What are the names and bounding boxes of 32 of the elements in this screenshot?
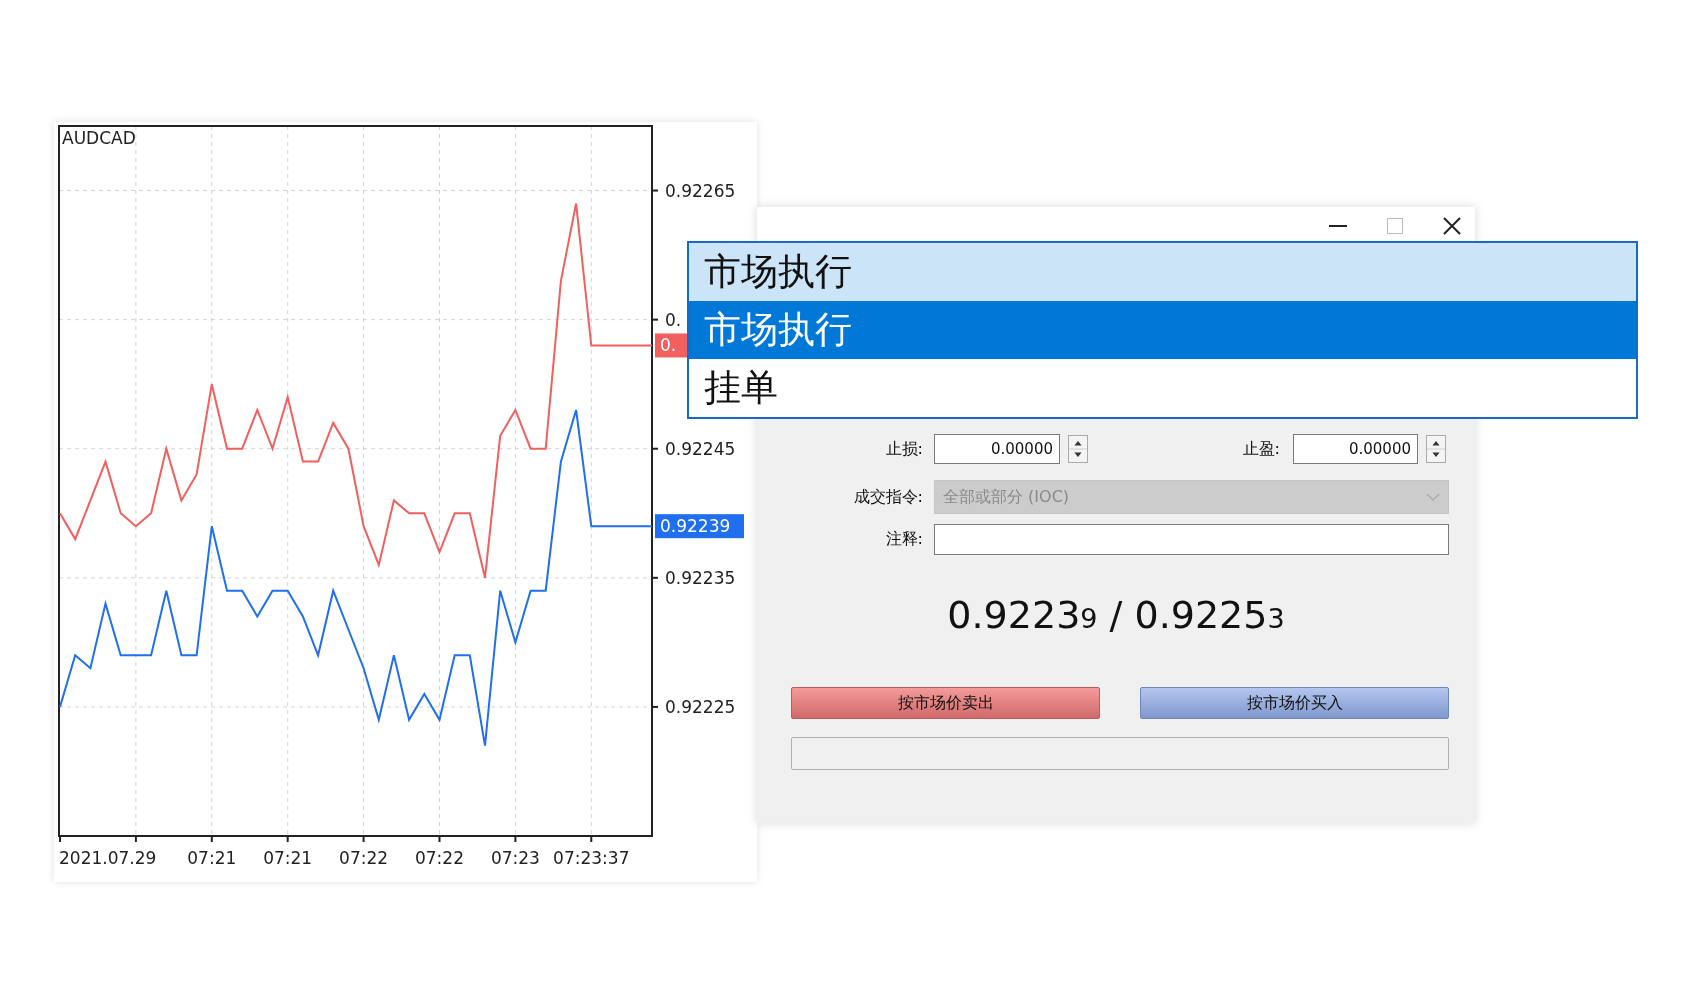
spinner-button[interactable] xyxy=(1426,435,1446,463)
price-tag-label: 0. xyxy=(660,335,677,356)
list-option[interactable]: 挂单 xyxy=(689,359,1636,417)
time-label: 07:21 xyxy=(187,848,237,868)
date-label: 2021.07.29 xyxy=(59,848,157,868)
price-axis-label: 0.92225 xyxy=(665,696,736,717)
sell-button[interactable]: 按市场价卖出 xyxy=(791,687,1100,719)
field-label: 止盈: xyxy=(1241,438,1280,460)
stop-loss-field[interactable]: 0.00000 xyxy=(934,434,1060,464)
price-axis-label: 0.92235 xyxy=(665,567,736,588)
take-profit-field[interactable]: 0.00000 xyxy=(1293,434,1418,464)
list-option[interactable]: 市场执行 xyxy=(689,243,1636,301)
symbol-label: AUDCAD xyxy=(62,128,136,148)
time-label: 07:22 xyxy=(339,848,389,868)
comment-field[interactable] xyxy=(934,524,1449,555)
field-label: 止损: xyxy=(884,438,923,460)
list-option[interactable]: 市场执行 xyxy=(689,301,1636,359)
price-tag-label: 0.92239 xyxy=(660,516,731,537)
buy-button[interactable]: 按市场价买入 xyxy=(1140,687,1449,719)
time-label: 07:22 xyxy=(415,848,464,868)
field-label: 注释: xyxy=(884,529,923,550)
bid-ask-quote: 0.92239 / 0.92253 xyxy=(947,593,1285,637)
price-axis-label: 0.92245 xyxy=(665,438,736,459)
time-label: 07:21 xyxy=(263,848,313,868)
price-axis-label: 0. xyxy=(665,309,682,330)
price-axis-label: 0.92265 xyxy=(665,180,736,201)
chevron-icon xyxy=(1426,493,1440,501)
time-label: 07:23 xyxy=(490,848,540,868)
time-label: 07:23:37 xyxy=(553,848,630,868)
spinner-button[interactable] xyxy=(1068,435,1088,463)
field-label: 成交指令: xyxy=(852,486,923,508)
close-icon[interactable] xyxy=(1443,217,1461,235)
